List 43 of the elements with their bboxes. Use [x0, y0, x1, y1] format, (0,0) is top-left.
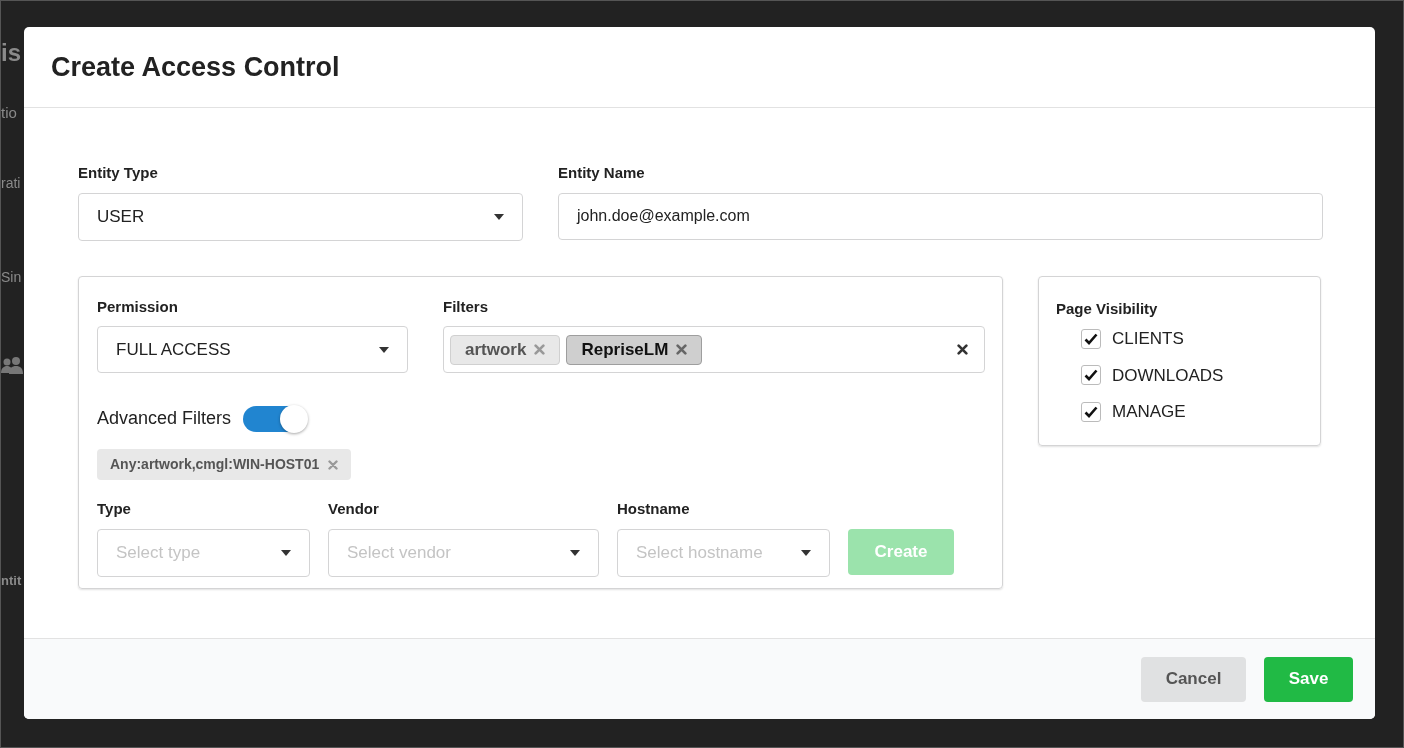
close-icon[interactable]: [957, 344, 968, 355]
checkbox[interactable]: [1081, 401, 1101, 422]
background-text: Sin: [1, 270, 23, 284]
field-label: Permission: [97, 296, 179, 317]
caret-icon: [379, 346, 389, 353]
filter-tag[interactable]: artwork: [450, 334, 561, 365]
checkbox-label: CLIENTS: [1112, 328, 1184, 350]
background-text: ntit: [1, 574, 23, 587]
dropdown-placeholder: Select type: [116, 541, 201, 564]
field-label: Hostname: [617, 499, 691, 519]
checkbox-label: MANAGE: [1112, 401, 1186, 423]
cancel-button[interactable]: Cancel: [1141, 656, 1246, 702]
dropdown-placeholder: Select vendor: [347, 541, 451, 564]
checkbox[interactable]: [1081, 328, 1101, 349]
users-icon: [1, 357, 23, 375]
field-value: john.doe@example.com: [577, 206, 750, 226]
caret-icon: [570, 549, 580, 556]
dropdown-value: USER: [97, 205, 145, 228]
field-label: Entity Name: [558, 163, 646, 183]
multi-select-field[interactable]: artwork RepriseLM: [443, 326, 985, 373]
filter-tag[interactable]: Any:artwork,cmgl:WIN-HOST01: [97, 449, 352, 480]
field-label: Vendor: [328, 499, 380, 519]
dropdown[interactable]: USER: [78, 192, 523, 241]
toggle-switch[interactable]: [243, 405, 308, 432]
checkbox-label: DOWNLOADS: [1112, 364, 1224, 387]
field-label: Filters: [443, 296, 489, 317]
toggle-label: Advanced Filters: [97, 407, 232, 430]
background-text: rati: [1, 176, 22, 190]
caret-icon: [494, 213, 504, 220]
card-title: Page Visibility: [1056, 298, 1159, 319]
caret-icon: [281, 549, 291, 556]
background-text: tio: [1, 105, 18, 120]
field-label: Type: [97, 499, 132, 519]
field-label: Entity Type: [78, 163, 159, 183]
dropdown[interactable]: FULL ACCESS: [97, 326, 408, 373]
dialog-title: Create Access Control: [51, 50, 340, 84]
background-text: is: [1, 41, 22, 65]
caret-icon: [801, 549, 811, 556]
dropdown-value: FULL ACCESS: [116, 338, 231, 361]
checkbox[interactable]: [1081, 365, 1101, 386]
filter-tag[interactable]: RepriseLM: [566, 334, 703, 365]
dropdown-placeholder: Select hostname: [636, 541, 763, 564]
input-field[interactable]: john.doe@example.com: [558, 192, 1323, 240]
